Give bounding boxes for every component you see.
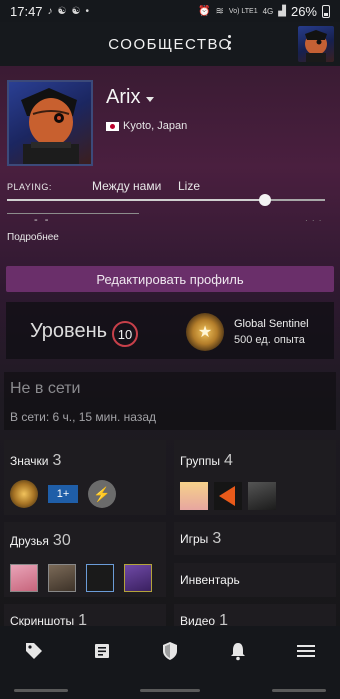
ellipsis-icon: · · · [305,216,323,225]
progress-fill [7,199,265,201]
track-artist: Lize [178,179,201,193]
games-tile[interactable]: Игры 3 [174,522,336,555]
friend-avatar [48,564,76,592]
system-nav-bar [0,675,340,699]
home-gesture-bar[interactable] [140,689,200,692]
level-badge: 10 [112,321,138,347]
groups-label: Группы [180,454,220,468]
chevron-down-icon[interactable] [146,97,154,102]
dot-icon: • [85,5,89,17]
games-count: 3 [212,530,222,547]
inventory-tile[interactable]: Инвентарь [174,563,336,597]
shield-icon[interactable] [153,634,187,668]
screenshots-tile[interactable]: Скриншоты 1 [4,604,166,629]
level-card[interactable]: Уровень 10 ★ Global Sentinel 500 ед. опы… [6,302,334,359]
groups-count: 4 [223,452,233,469]
games-title: Игры 3 [180,530,221,548]
notification-icon: ☯ [57,5,67,17]
alarm-icon: ⏰ [198,5,211,17]
group-avatar [248,482,276,510]
carrier-label: Vo) LTE1 [228,7,258,15]
videos-tile[interactable]: Видео 1 [174,604,336,629]
badges-tile[interactable]: Значки 3 1+ ⚡ [4,440,166,515]
japan-flag-icon [106,121,119,131]
group-avatar [180,482,208,510]
groups-tile[interactable]: Группы 4 [174,440,336,515]
track-title: Между нами [92,179,162,193]
time-placeholder: - - [34,214,51,226]
last-seen: В сети: 6 ч., 15 мин. назад [10,410,157,424]
notification-icon-2: ☯ [71,5,81,17]
signal-icon: ▟ [278,5,286,17]
back-gesture-bar[interactable] [14,689,68,692]
years-badge-icon: 1+ [48,485,78,503]
location-text: Kyoto, Japan [123,120,188,132]
news-icon[interactable] [85,634,119,668]
global-sentinel-icon: ★ [186,313,224,351]
status-state: Не в сети [10,380,81,397]
progress-handle[interactable] [258,194,271,206]
groups-title: Группы 4 [180,452,233,470]
more-options-icon[interactable] [226,35,232,50]
battery-icon [322,4,330,18]
lightning-badge-icon: ⚡ [88,480,116,508]
level-label: Уровень [30,320,108,342]
friend-avatar [10,564,38,592]
avatar[interactable] [298,26,334,62]
badges-label: Значки [10,454,49,468]
tag-icon[interactable] [17,634,51,668]
badges-title: Значки 3 [10,452,61,470]
friends-count: 30 [52,532,71,549]
online-status-card: Не в сети В сети: 6 ч., 15 мин. назад [4,372,336,430]
inventory-label: Инвентарь [180,573,240,587]
page-title: СООБЩЕСТВО [108,35,232,53]
profile-panel: Arix Kyoto, Japan PLAYING: Между нами Li… [0,66,340,629]
tiktok-icon: ♪ [47,5,53,17]
status-bar: 17:47 ♪ ☯ ☯ • ⏰ ≋ Vo) LTE1 4G ▟ 26% [0,0,340,22]
profile-name[interactable]: Arix [106,86,140,109]
network-label: 4G [262,6,274,16]
more-link[interactable]: Подробнее [7,232,59,243]
featured-badge-xp: 500 ед. опыта [234,334,305,346]
friends-tile[interactable]: Друзья 30 [4,522,166,597]
playing-label: PLAYING: [7,182,52,192]
games-label: Игры [180,532,209,546]
app-bar: СООБЩЕСТВО [0,22,340,66]
profile-avatar[interactable] [7,80,93,166]
battery-percent: 26% [290,3,317,19]
group-avatar [214,482,242,510]
wifi-icon: ≋ [215,5,224,17]
clock: 17:47 [10,3,43,19]
profile-location: Kyoto, Japan [106,120,187,132]
menu-icon[interactable] [289,634,323,668]
bell-icon[interactable] [221,634,255,668]
friend-avatar [86,564,114,592]
featured-badge-name: Global Sentinel [234,318,309,330]
badges-count: 3 [52,452,62,469]
friends-title: Друзья 30 [10,532,71,550]
edit-profile-button[interactable]: Редактировать профиль [6,266,334,292]
friend-avatar [124,564,152,592]
divider [7,213,139,214]
music-progress-slider[interactable] [7,194,325,206]
recents-gesture-bar[interactable] [272,689,326,692]
friends-label: Друзья [10,534,49,548]
bottom-navigation [0,626,340,675]
sentinel-badge-icon [10,480,38,508]
